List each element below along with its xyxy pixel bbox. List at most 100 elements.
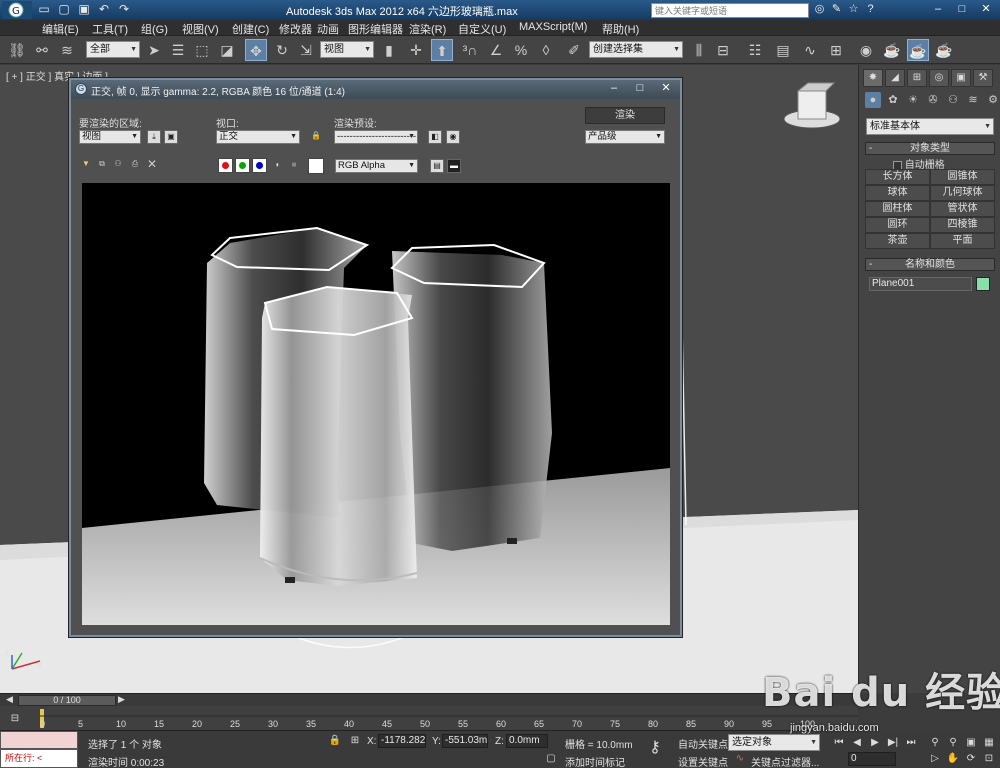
plane-button[interactable]: 平面 [930, 233, 995, 249]
menu-group[interactable]: 组(G) [141, 21, 168, 37]
auto-region-icon[interactable]: ▣ [164, 130, 178, 144]
pyramid-button[interactable]: 四棱锥 [930, 217, 995, 233]
menu-animation[interactable]: 动画 [317, 21, 339, 37]
time-slider-thumb[interactable]: 0 / 100 [18, 695, 116, 706]
next-frame-icon[interactable]: ▶| [886, 736, 900, 750]
save-icon[interactable]: ▣ [76, 2, 92, 17]
maxscript-listener-input[interactable] [0, 731, 78, 749]
object-name-field[interactable]: Plane001 [869, 277, 972, 291]
zoom-all-icon[interactable]: ⚲ [946, 736, 960, 750]
new-icon[interactable]: ▭ [36, 2, 52, 17]
search-input[interactable]: 键入关键字或短语 [651, 3, 809, 18]
render-setup-icon[interactable]: ☕ [881, 39, 903, 61]
render-production-icon[interactable]: ☕ [933, 39, 955, 61]
render-minimize-button[interactable]: – [602, 81, 626, 97]
lock-viewport-icon[interactable]: 🔒 [309, 130, 323, 144]
utilities-tab-icon[interactable]: ⚒ [973, 69, 993, 87]
copy-image-icon[interactable]: ⧉ [95, 158, 109, 172]
close-button[interactable]: ✕ [974, 1, 998, 18]
name-color-rollout[interactable]: - 名称和颜色 [865, 258, 995, 271]
select-by-name-icon[interactable]: ☰ [167, 39, 189, 61]
select-object-icon[interactable]: ➤ [143, 39, 165, 61]
category-dropdown[interactable]: 标准基本体 [866, 118, 994, 135]
systems-icon[interactable]: ⚙ [985, 92, 1000, 108]
rect-selection-icon[interactable]: ⬚ [191, 39, 213, 61]
cone-button[interactable]: 圆锥体 [930, 169, 995, 185]
render-maximize-button[interactable]: □ [628, 81, 652, 97]
rendered-frame-window-icon[interactable]: ☕ [907, 39, 929, 61]
hierarchy-tab-icon[interactable]: ⊞ [907, 69, 927, 87]
menu-edit[interactable]: 编辑(E) [42, 21, 79, 37]
set-key-icon[interactable]: ⚷ [648, 740, 662, 756]
menu-modifiers[interactable]: 修改器 [279, 21, 312, 37]
toggle-ui-icon[interactable]: ▬ [447, 159, 461, 173]
fov-icon[interactable]: ▷ [928, 752, 942, 766]
next-frame-arrow-icon[interactable]: ▶ [118, 694, 125, 705]
geosphere-button[interactable]: 几何球体 [930, 185, 995, 201]
rotate-icon[interactable]: ↻ [271, 39, 293, 61]
scale-icon[interactable]: ⇲ [295, 39, 317, 61]
align-icon[interactable]: ⊟ [712, 39, 734, 61]
menu-tools[interactable]: 工具(T) [92, 21, 128, 37]
green-channel-toggle[interactable] [235, 158, 250, 173]
key-mode-dropdown[interactable]: 选定对象 [728, 734, 820, 751]
redo-icon[interactable]: ↷ [116, 2, 132, 17]
play-icon[interactable]: ▶ [868, 736, 882, 750]
display-tab-icon[interactable]: ▣ [951, 69, 971, 87]
percent-snap-icon[interactable]: % [510, 39, 532, 61]
trackbar[interactable]: ⊟ 0 5 10 15 20 25 30 35 40 45 50 55 60 6… [0, 706, 858, 731]
maxscript-line-field[interactable]: 所在行: < [0, 749, 78, 768]
menu-maxscript[interactable]: MAXScript(M) [519, 21, 587, 33]
selection-filter-dropdown[interactable]: 全部 [86, 41, 140, 58]
menu-view[interactable]: 视图(V) [182, 21, 219, 37]
pivot-center-icon[interactable]: ▮ [378, 39, 400, 61]
bind-space-warp-icon[interactable]: ≋ [56, 39, 78, 61]
alpha-channel-icon[interactable]: ◐ [271, 159, 285, 173]
schematic-view-icon[interactable]: ⊞ [825, 39, 847, 61]
maximize-button[interactable]: □ [950, 1, 974, 18]
cameras-icon[interactable]: ✇ [925, 92, 941, 108]
teapot-button[interactable]: 茶壶 [865, 233, 930, 249]
clear-image-icon[interactable]: ✕ [145, 158, 159, 172]
maximize-viewport-icon[interactable]: ⊡ [982, 752, 996, 766]
absolute-mode-icon[interactable]: ⊞ [348, 734, 362, 748]
mini-curve-editor-icon[interactable]: ⊟ [8, 712, 22, 726]
render-button[interactable]: 渲染 [585, 107, 665, 124]
link-icon[interactable]: ⛓ [6, 39, 28, 61]
menu-graph-editors[interactable]: 图形编辑器 [348, 21, 403, 37]
move-icon[interactable]: ✥ [245, 39, 267, 61]
go-to-end-icon[interactable]: ⏭ [904, 736, 918, 750]
render-preset-dropdown[interactable]: ------------------------- [334, 130, 418, 144]
monochrome-icon[interactable]: ■ [287, 159, 301, 173]
pan-icon[interactable]: ✋ [946, 752, 960, 766]
spinner-snap-icon[interactable]: ◊ [535, 39, 557, 61]
viewport-dropdown[interactable]: 正交 [216, 130, 300, 144]
zoom-icon[interactable]: ⚲ [928, 736, 942, 750]
named-selection-dropdown[interactable]: 创建选择集 [589, 41, 683, 58]
help-icon[interactable]: ? [864, 2, 877, 17]
zoom-extents-all-icon[interactable]: ▦ [982, 736, 996, 750]
sphere-button[interactable]: 球体 [865, 185, 930, 201]
save-image-icon[interactable]: ▼ [79, 158, 93, 172]
add-time-tag[interactable]: 添加时间标记 [565, 754, 625, 768]
snap-3d-icon[interactable]: ³∩ [459, 39, 481, 61]
shapes-icon[interactable]: ✿ [885, 92, 901, 108]
current-frame-field[interactable]: 0 [848, 752, 896, 766]
helpers-icon[interactable]: ⚇ [945, 92, 961, 108]
print-image-icon[interactable]: ⎙ [128, 158, 142, 172]
render-quality-dropdown[interactable]: 产品级 [585, 130, 665, 144]
render-canvas[interactable] [82, 183, 670, 625]
space-warps-icon[interactable]: ≋ [965, 92, 981, 108]
swatch-white[interactable] [308, 158, 324, 174]
toggle-ui-overlay-icon[interactable]: ▤ [430, 159, 444, 173]
create-tab-icon[interactable]: ✸ [863, 69, 883, 87]
zoom-extents-icon[interactable]: ▣ [964, 736, 978, 750]
ref-coord-dropdown[interactable]: 视图 [320, 41, 374, 58]
render-window-titlebar[interactable]: G 正交, 帧 0, 显示 gamma: 2.2, RGBA 颜色 16 位/通… [71, 80, 680, 99]
geometry-icon[interactable]: ● [865, 92, 881, 108]
time-slider[interactable]: ◀ 0 / 100 ▶ [0, 693, 858, 706]
unlink-icon[interactable]: ⚯ [31, 39, 53, 61]
modify-tab-icon[interactable]: ◢ [885, 69, 905, 87]
keyboard-shortcut-override-icon[interactable]: ⬆ [431, 39, 453, 61]
minimize-button[interactable]: – [926, 1, 950, 18]
